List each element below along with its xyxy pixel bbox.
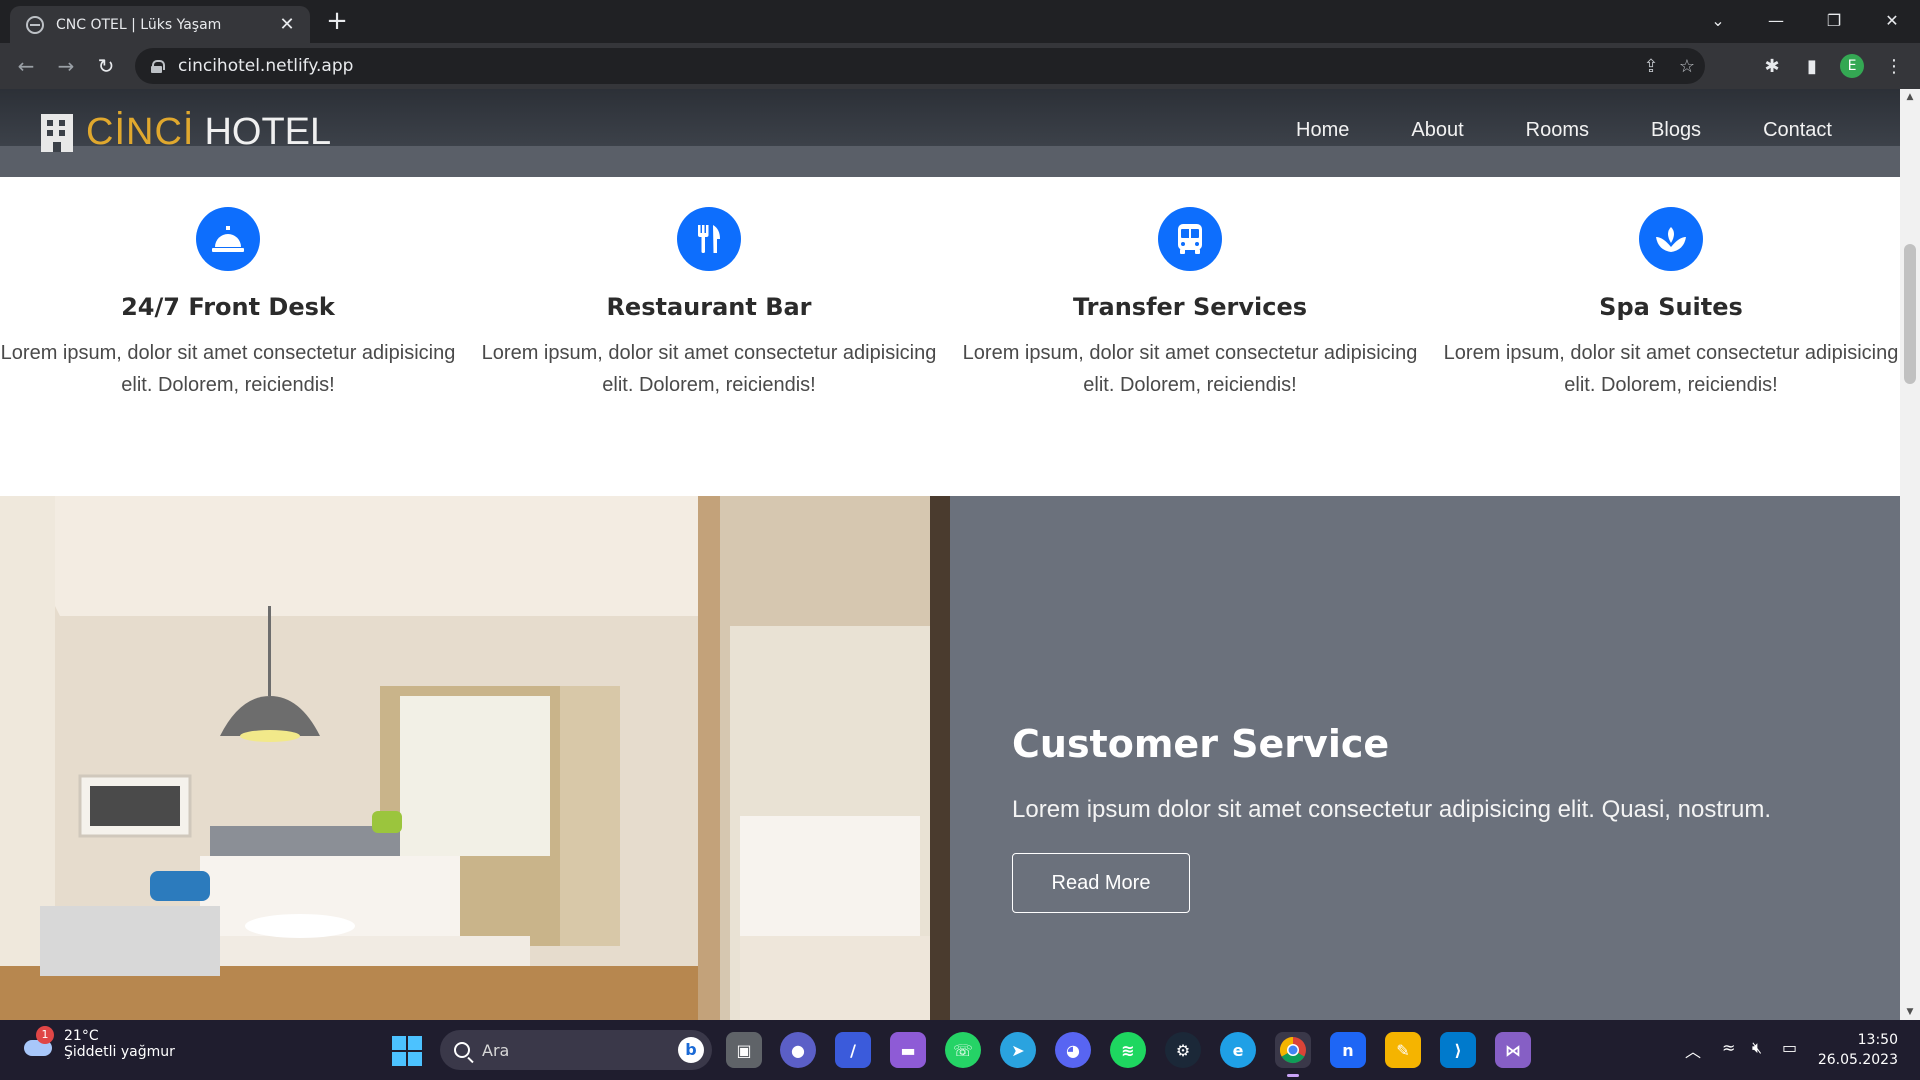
page-viewport: CİNCİ HOTEL Home About Rooms Blogs Conta…	[0, 89, 1900, 1020]
clock-date: 26.05.2023	[1817, 1052, 1898, 1068]
visual-studio-icon[interactable]: ⋈	[1495, 1032, 1531, 1068]
hotel-room-photo	[0, 496, 950, 1020]
scrollbar-thumb[interactable]	[1904, 244, 1916, 384]
section-title: Customer Service	[1012, 722, 1390, 766]
restore-button[interactable]: ❐	[1806, 0, 1862, 40]
clipchamp-icon[interactable]: ▬	[890, 1032, 926, 1068]
wifi-icon[interactable]: ≈	[1722, 1038, 1735, 1057]
clock-time: 13:50	[1857, 1032, 1898, 1048]
feature-text: Lorem ipsum, dolor sit amet consectetur …	[962, 342, 1418, 396]
utensils-icon	[677, 207, 741, 271]
feature-title: 24/7 Front Desk	[121, 293, 335, 321]
tab-title: CNC OTEL | Lüks Yaşam	[56, 16, 222, 33]
tray-chevron-icon[interactable]: ︿	[1685, 1038, 1701, 1062]
weather-temperature: 21°C	[64, 1028, 99, 1044]
features-section: 24/7 Front Desk Lorem ipsum, dolor sit a…	[0, 177, 1900, 496]
notion-style-icon[interactable]: n	[1330, 1032, 1366, 1068]
notification-badge: 1	[36, 1026, 54, 1044]
feature-card: Transfer Services Lorem ipsum, dolor sit…	[955, 207, 1425, 401]
feature-card: Spa Suites Lorem ipsum, dolor sit amet c…	[1436, 207, 1900, 401]
new-tab-button[interactable]: +	[322, 6, 352, 36]
teams-chat-icon[interactable]: ●	[780, 1032, 816, 1068]
weather-widget[interactable]: 1 21°C Şiddetli yağmur	[22, 1026, 175, 1060]
site-logo[interactable]: CİNCİ HOTEL	[38, 111, 331, 154]
bing-icon[interactable]: b	[678, 1037, 704, 1063]
steam-icon[interactable]: ⚙	[1165, 1032, 1201, 1068]
side-panel-icon[interactable]: ▮	[1798, 52, 1826, 80]
feature-card: 24/7 Front Desk Lorem ipsum, dolor sit a…	[0, 207, 463, 401]
scroll-down-icon[interactable]: ▼	[1900, 1004, 1920, 1020]
telegram-icon[interactable]: ➤	[1000, 1032, 1036, 1068]
vscode-icon[interactable]: ⟩	[1440, 1032, 1476, 1068]
battery-icon[interactable]: ▭	[1782, 1038, 1797, 1057]
main-nav: Home About Rooms Blogs Contact	[1296, 119, 1832, 142]
task-view-icon[interactable]: ▣	[726, 1032, 762, 1068]
feature-text: Lorem ipsum, dolor sit amet consectetur …	[0, 342, 456, 396]
sticky-tools-icon[interactable]: ✎	[1385, 1032, 1421, 1068]
feature-text: Lorem ipsum, dolor sit amet consectetur …	[1443, 342, 1899, 396]
whatsapp-icon[interactable]: ☏	[945, 1032, 981, 1068]
brand-name-second: HOTEL	[204, 111, 332, 153]
nav-home[interactable]: Home	[1296, 119, 1349, 142]
share-icon[interactable]: ⇪	[1633, 56, 1669, 77]
spotify-icon[interactable]: ≋	[1110, 1032, 1146, 1068]
discord-icon[interactable]: ◕	[1055, 1032, 1091, 1068]
section-text: Lorem ipsum dolor sit amet consectetur a…	[1012, 796, 1771, 823]
profile-avatar[interactable]: E	[1840, 54, 1864, 78]
nav-blogs[interactable]: Blogs	[1651, 119, 1701, 142]
volume-muted-icon[interactable]: 🔇︎	[1752, 1038, 1762, 1058]
brand-name-first: CİNCİ	[86, 111, 195, 153]
edge-icon[interactable]: e	[1220, 1032, 1256, 1068]
forward-button[interactable]: →	[50, 50, 82, 82]
feature-card: Restaurant Bar Lorem ipsum, dolor sit am…	[474, 207, 944, 401]
lock-icon[interactable]	[151, 59, 165, 73]
browser-tabstrip: CNC OTEL | Lüks Yaşam ✕ + ⌄ — ❐ ✕	[0, 0, 1920, 43]
close-window-button[interactable]: ✕	[1864, 0, 1920, 40]
tab-close-icon[interactable]: ✕	[276, 14, 298, 35]
concierge-bell-icon	[196, 207, 260, 271]
read-more-button[interactable]: Read More	[1012, 853, 1190, 913]
globe-icon	[26, 15, 44, 34]
bus-icon	[1158, 207, 1222, 271]
taskbar-search[interactable]: Ara b	[440, 1030, 712, 1070]
page-scrollbar[interactable]: ▲ ▼	[1900, 89, 1920, 1020]
customer-service-section: Customer Service Lorem ipsum dolor sit a…	[0, 496, 1900, 1020]
reload-button[interactable]: ↻	[90, 50, 122, 82]
menu-kebab-icon[interactable]: ⋮	[1880, 52, 1908, 80]
browser-tab[interactable]: CNC OTEL | Lüks Yaşam ✕	[10, 6, 310, 43]
windows-taskbar: 1 21°C Şiddetli yağmur Ara b ▣ ● / ▬ ☏ ➤…	[0, 1020, 1920, 1080]
feature-text: Lorem ipsum, dolor sit amet consectetur …	[481, 342, 937, 396]
search-icon	[454, 1042, 470, 1058]
system-clock[interactable]: 13:50 26.05.2023	[1818, 1030, 1898, 1070]
address-bar[interactable]: cincihotel.netlify.app ⇪ ☆	[135, 48, 1705, 84]
weather-condition: Şiddetli yağmur	[64, 1044, 175, 1060]
star-icon[interactable]: ☆	[1669, 56, 1705, 77]
site-header: CİNCİ HOTEL Home About Rooms Blogs Conta…	[0, 89, 1900, 177]
feature-title: Spa Suites	[1599, 293, 1743, 321]
customer-service-panel: Customer Service Lorem ipsum dolor sit a…	[950, 496, 1900, 1020]
hotel-building-icon	[38, 113, 76, 152]
browser-toolbar: ← → ↻ cincihotel.netlify.app ⇪ ☆ ✱ ▮ E ⋮	[0, 43, 1920, 89]
chrome-icon[interactable]	[1275, 1032, 1311, 1077]
spa-icon	[1639, 207, 1703, 271]
nav-about[interactable]: About	[1411, 119, 1463, 142]
extensions-icon[interactable]: ✱	[1758, 52, 1786, 80]
back-button[interactable]: ←	[10, 50, 42, 82]
scroll-up-icon[interactable]: ▲	[1900, 89, 1920, 105]
feature-title: Restaurant Bar	[606, 293, 812, 321]
start-button[interactable]	[392, 1036, 422, 1066]
feature-title: Transfer Services	[1072, 293, 1308, 321]
search-placeholder: Ara	[482, 1040, 510, 1060]
nav-contact[interactable]: Contact	[1763, 119, 1832, 142]
nav-rooms[interactable]: Rooms	[1526, 119, 1589, 142]
minimize-button[interactable]: —	[1748, 0, 1804, 40]
url-text[interactable]: cincihotel.netlify.app	[178, 56, 1633, 76]
notes-app-icon[interactable]: /	[835, 1032, 871, 1068]
tab-search-icon[interactable]: ⌄	[1690, 0, 1746, 40]
weather-cloud-icon: 1	[22, 1026, 54, 1060]
